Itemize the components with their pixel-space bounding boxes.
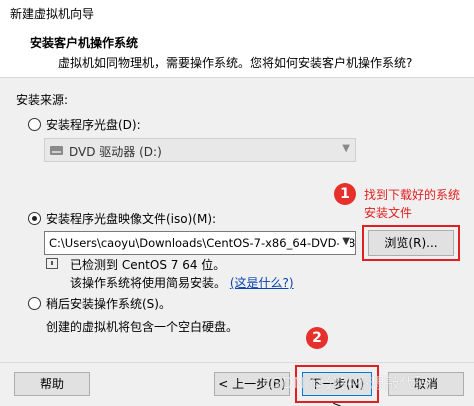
- disc-drive-value: DVD 驱动器 (D:): [69, 145, 162, 159]
- iso-path-value: C:\Users\caoyu\Downloads\CentOS-7-x86_64…: [49, 236, 356, 250]
- radio-disc-label[interactable]: 安装程序光盘(D):: [46, 116, 141, 133]
- radio-later-label[interactable]: 稍后安装操作系统(S)。: [46, 295, 171, 312]
- detected-os-text: 已检测到 CentOS 7 64 位。: [70, 258, 226, 272]
- page-subtitle: 虚拟机如同物理机，需要操作系统。您将如何安装客户机操作系统?: [58, 56, 413, 70]
- wizard-header: 安装客户机操作系统 虚拟机如同物理机，需要操作系统。您将如何安装客户机操作系统?: [0, 28, 474, 78]
- easy-install-label: 该操作系统将使用简易安装。: [70, 276, 227, 290]
- dvd-drive-icon: [50, 146, 63, 155]
- radio-iso-label[interactable]: 安装程序光盘映像文件(iso)(M):: [46, 210, 216, 227]
- chevron-down-icon: ▼: [342, 143, 350, 154]
- radio-disc[interactable]: [28, 118, 41, 131]
- annotation-note: 找到下载好的系统安装文件: [364, 188, 461, 220]
- iso-path-input[interactable]: C:\Users\caoyu\Downloads\CentOS-7-x86_64…: [44, 231, 356, 255]
- footer-divider: [0, 362, 474, 363]
- watermark: CSDN @分钟不想敲代码: [262, 374, 430, 392]
- easy-install-text: 该操作系统将使用简易安装。 (这是什么?): [70, 274, 294, 291]
- what-is-this-link[interactable]: (这是什么?): [230, 276, 294, 290]
- install-source-label: 安装来源:: [16, 93, 69, 107]
- disc-drive-select[interactable]: DVD 驱动器 (D:) ▼: [44, 138, 356, 162]
- help-button[interactable]: 帮助: [14, 372, 90, 396]
- radio-iso[interactable]: [28, 212, 41, 225]
- chevron-down-icon[interactable]: ▼: [339, 236, 350, 247]
- annotation-highlight-browse: [362, 225, 460, 261]
- info-icon: [46, 258, 58, 269]
- radio-later[interactable]: [28, 297, 41, 310]
- window-title: 新建虚拟机向导: [0, 0, 474, 28]
- annotation-badge-1: 1: [334, 183, 356, 205]
- blank-disk-description: 创建的虚拟机将包含一个空白硬盘。: [46, 320, 239, 334]
- page-title: 安装客户机操作系统: [30, 36, 139, 50]
- annotation-badge-2: 2: [306, 327, 328, 349]
